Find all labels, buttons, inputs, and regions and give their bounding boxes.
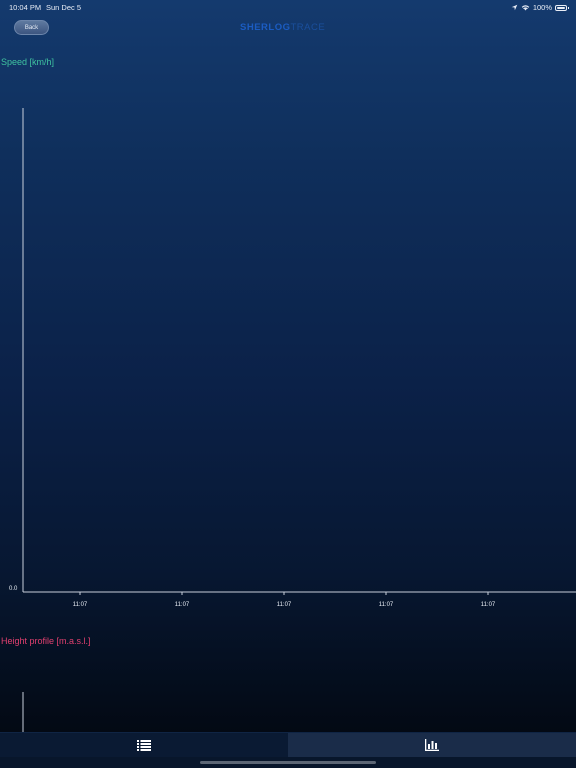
tab-chart[interactable]: [288, 733, 576, 757]
speed-x-tick-label: 11:07: [379, 602, 394, 608]
speed-x-tick-label: 11:07: [175, 602, 190, 608]
tab-list[interactable]: [0, 733, 288, 757]
speed-chart: 11:07 11:07 11:07 11:07 11:07 0.0: [9, 108, 576, 732]
list-icon: [137, 739, 151, 751]
speed-y-tick-label: 0.0: [9, 586, 18, 592]
tab-bar: [0, 732, 576, 768]
home-indicator: [200, 761, 376, 764]
speed-x-tick-label: 11:07: [277, 602, 292, 608]
bar-chart-icon: [425, 739, 439, 751]
height-chart-label: Height profile [m.a.s.l.]: [1, 636, 91, 646]
speed-x-tick-label: 11:07: [481, 602, 496, 608]
speed-x-tick-label: 11:07: [73, 602, 88, 608]
